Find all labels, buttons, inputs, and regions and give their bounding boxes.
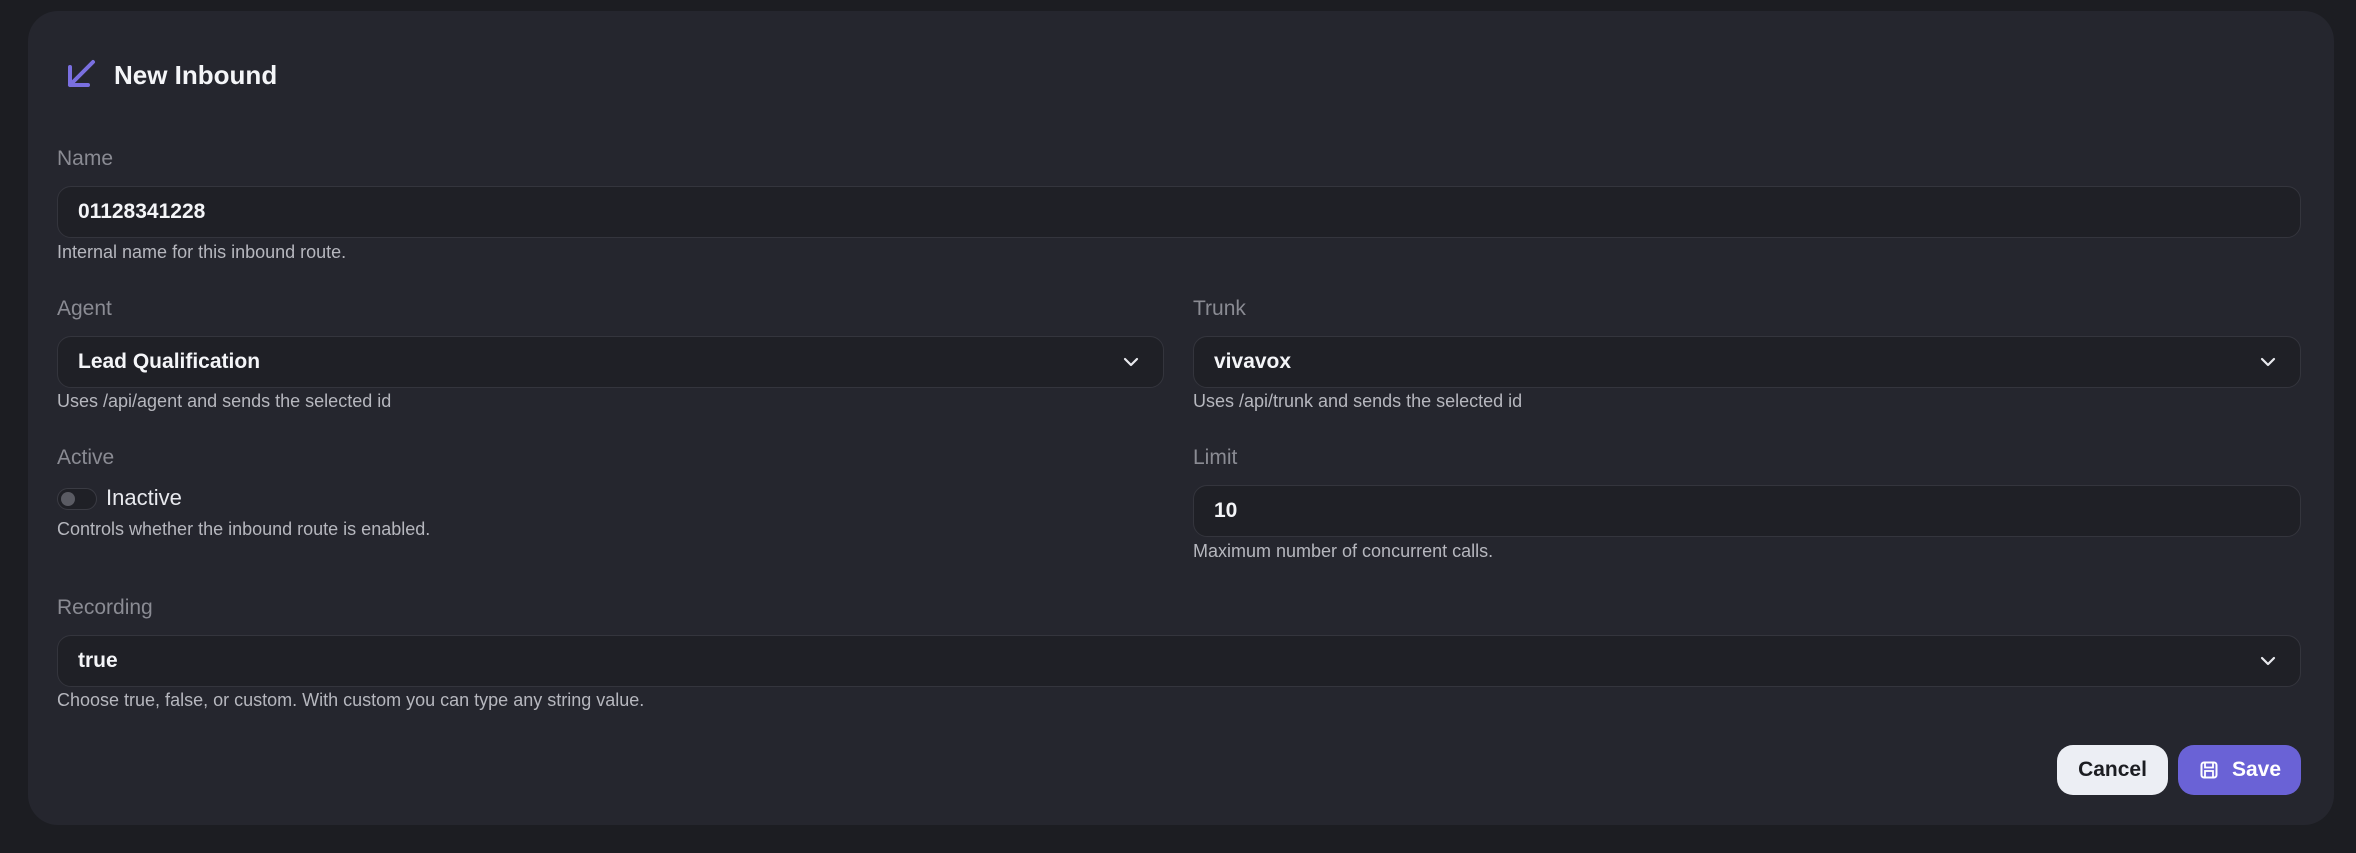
- agent-select[interactable]: Lead Qualification: [57, 336, 1164, 388]
- chevron-down-icon: [2256, 649, 2280, 673]
- trunk-hint: Uses /api/trunk and sends the selected i…: [1193, 391, 1523, 411]
- limit-hint: Maximum number of concurrent calls.: [1193, 541, 1494, 561]
- dialog-header: New Inbound: [60, 47, 277, 103]
- chevron-down-icon: [1119, 350, 1143, 374]
- recording-label: Recording: [57, 596, 153, 619]
- name-input[interactable]: 01128341228: [57, 186, 2301, 238]
- chevron-down-icon: [2256, 350, 2280, 374]
- trunk-select[interactable]: vivavox: [1193, 336, 2301, 388]
- name-input-value: 01128341228: [78, 200, 206, 223]
- recording-select-value: true: [78, 649, 118, 672]
- limit-label: Limit: [1193, 446, 1238, 469]
- trunk-label: Trunk: [1193, 297, 1246, 320]
- save-icon: [2198, 759, 2220, 781]
- limit-input-value: 10: [1214, 499, 1238, 522]
- limit-input[interactable]: 10: [1193, 485, 2301, 537]
- name-label: Name: [57, 147, 114, 170]
- save-button[interactable]: Save: [2178, 745, 2301, 795]
- agent-hint: Uses /api/agent and sends the selected i…: [57, 391, 392, 411]
- active-hint: Controls whether the inbound route is en…: [57, 519, 431, 539]
- cancel-button-label: Cancel: [2078, 758, 2147, 781]
- cancel-button[interactable]: Cancel: [2057, 745, 2168, 795]
- name-hint: Internal name for this inbound route.: [57, 242, 347, 262]
- save-button-label: Save: [2231, 758, 2282, 781]
- agent-label: Agent: [57, 297, 112, 320]
- active-label: Active: [57, 446, 115, 469]
- toggle-knob: [61, 492, 75, 506]
- recording-select[interactable]: true: [57, 635, 2301, 687]
- new-inbound-dialog: New Inbound Name 01128341228 Internal na…: [28, 11, 2334, 825]
- arrow-down-left-icon: [60, 54, 102, 96]
- agent-select-value: Lead Qualification: [78, 350, 261, 373]
- recording-hint: Choose true, false, or custom. With cust…: [57, 690, 645, 710]
- dialog-title: New Inbound: [114, 59, 278, 90]
- trunk-select-value: vivavox: [1214, 350, 1292, 373]
- active-state-label: Inactive: [106, 485, 182, 510]
- active-toggle[interactable]: [57, 488, 97, 510]
